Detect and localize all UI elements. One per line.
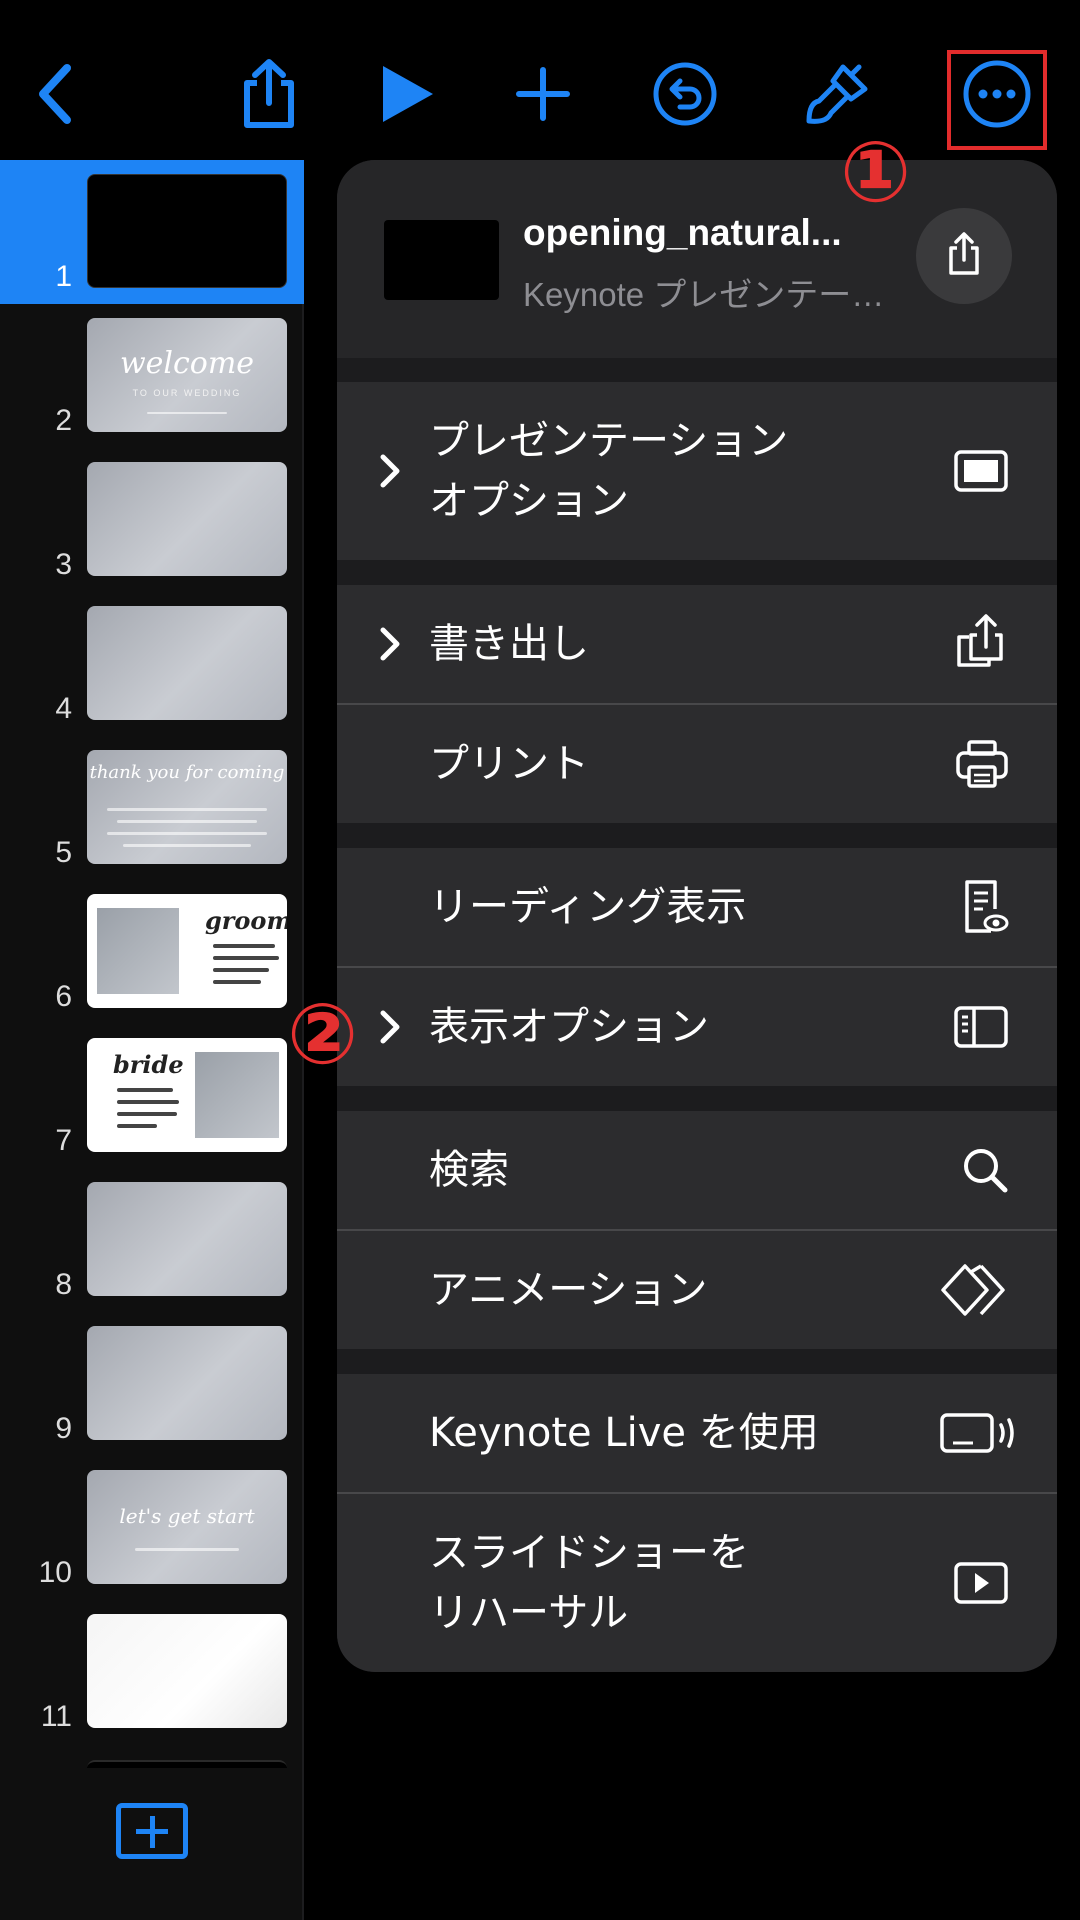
menu-item-search[interactable]: 検索 <box>337 1111 1057 1229</box>
add-button[interactable] <box>488 44 598 144</box>
slide-thumbnail-6[interactable]: groom 6 <box>0 880 304 1024</box>
slide-script-text: bride <box>113 1050 184 1079</box>
slide-thumbnail-1[interactable]: 1 <box>0 160 304 304</box>
slide-script-text: let's get start <box>119 1504 255 1528</box>
document-header: opening_natural... Keynote プレゼンテー… <box>337 160 1057 358</box>
menu-item-keynote-live[interactable]: Keynote Live を使用 <box>337 1374 1057 1492</box>
slide-preview <box>87 1182 287 1296</box>
slide-number: 1 <box>55 260 72 293</box>
share-button[interactable] <box>214 44 324 144</box>
slide-number: 7 <box>55 1124 72 1157</box>
search-icon <box>961 1146 1009 1194</box>
slide-number: 10 <box>38 1556 72 1589</box>
slide-number: 3 <box>55 548 72 581</box>
reading-view-icon <box>961 879 1009 935</box>
document-share-button[interactable] <box>916 208 1012 304</box>
slide-thumbnail-2[interactable]: welcome TO OUR WEDDING 2 <box>0 304 304 448</box>
slide-preview <box>87 462 287 576</box>
undo-button[interactable] <box>630 44 740 144</box>
menu-item-label: スライドショーを リハーサル <box>429 1530 749 1636</box>
slide-preview: welcome TO OUR WEDDING <box>87 318 287 432</box>
presentation-screen-icon <box>953 449 1009 493</box>
slide-thumbnail-8[interactable]: 8 <box>0 1168 304 1312</box>
document-thumbnail <box>384 220 499 300</box>
slide-preview <box>87 606 287 720</box>
slide-number: 6 <box>55 980 72 1013</box>
back-chevron-icon <box>33 62 77 126</box>
annotation-step-1: ① <box>840 123 912 221</box>
slide-caption: TO OUR WEDDING <box>132 388 242 398</box>
chevron-right-icon <box>379 626 401 666</box>
back-button[interactable] <box>0 44 110 144</box>
slide-thumbnail-partial[interactable] <box>87 1760 287 1768</box>
slide-preview <box>87 1326 287 1440</box>
menu-item-animation[interactable]: アニメーション <box>337 1231 1057 1349</box>
slide-thumbnail-3[interactable]: 3 <box>0 448 304 592</box>
slide-thumbnail-11[interactable]: 11 <box>0 1600 304 1744</box>
slide-number: 9 <box>55 1412 72 1445</box>
chevron-right-icon <box>379 1009 401 1049</box>
slide-number: 5 <box>55 836 72 869</box>
slide-number: 2 <box>55 404 72 437</box>
menu-item-label: リーディング表示 <box>429 884 747 930</box>
menu-item-print[interactable]: プリント <box>337 705 1057 823</box>
slide-script-text: thank you for coming <box>89 762 285 783</box>
keynote-live-icon <box>939 1411 1019 1455</box>
paintbrush-icon <box>803 59 873 129</box>
add-slide-button[interactable] <box>116 1803 188 1859</box>
slide-script-text: groom <box>205 906 287 935</box>
chevron-right-icon <box>379 453 401 493</box>
menu-item-rehearse-slideshow[interactable]: スライドショーを リハーサル <box>337 1494 1057 1672</box>
document-title: opening_natural... <box>523 212 842 253</box>
play-icon <box>379 64 435 124</box>
slide-preview: let's get start <box>87 1470 287 1584</box>
document-subtitle: Keynote プレゼンテー… <box>523 276 885 313</box>
slide-preview <box>87 174 287 288</box>
slide-thumbnail-10[interactable]: let's get start 10 <box>0 1456 304 1600</box>
animation-icon <box>939 1262 1009 1318</box>
slide-preview: bride <box>87 1038 287 1152</box>
slide-preview: groom <box>87 894 287 1008</box>
menu-item-label: プリント <box>429 741 589 787</box>
slide-preview <box>87 1614 287 1728</box>
play-button[interactable] <box>352 44 462 144</box>
slide-thumbnail-5[interactable]: thank you for coming 5 <box>0 736 304 880</box>
menu-item-label: プレゼンテーション オプション <box>429 418 789 524</box>
rehearse-play-icon <box>953 1561 1009 1605</box>
more-button-highlight <box>947 50 1047 150</box>
menu-item-export[interactable]: 書き出し <box>337 585 1057 703</box>
menu-item-label: Keynote Live を使用 <box>429 1410 819 1456</box>
annotation-step-2: ② <box>287 985 359 1083</box>
menu-item-reading-view[interactable]: リーディング表示 <box>337 848 1057 966</box>
menu-item-label: 書き出し <box>429 621 589 667</box>
slide-number: 8 <box>55 1268 72 1301</box>
plus-icon <box>515 66 571 122</box>
slide-thumbnail-4[interactable]: 4 <box>0 592 304 736</box>
menu-item-presentation-options[interactable]: プレゼンテーション オプション <box>337 382 1057 560</box>
more-menu-popover: opening_natural... Keynote プレゼンテー… プレゼンテ… <box>337 160 1057 1672</box>
slide-thumbnail-9[interactable]: 9 <box>0 1312 304 1456</box>
sidebar-view-icon <box>953 1005 1009 1049</box>
menu-item-label: アニメーション <box>429 1267 708 1313</box>
toolbar <box>0 0 1080 160</box>
menu-item-view-options[interactable]: 表示オプション <box>337 968 1057 1086</box>
menu-item-label: 表示オプション <box>429 1004 709 1050</box>
slide-number: 4 <box>55 692 72 725</box>
slide-thumbnail-7[interactable]: bride 7 <box>0 1024 304 1168</box>
share-icon <box>946 232 982 280</box>
export-icon <box>953 613 1009 675</box>
slide-script-text: welcome <box>119 346 255 381</box>
share-icon <box>239 59 299 129</box>
slide-number: 11 <box>40 1700 72 1733</box>
menu-item-label: 検索 <box>429 1147 509 1193</box>
undo-icon <box>652 61 718 127</box>
slide-preview: thank you for coming <box>87 750 287 864</box>
slide-navigator: 1 welcome TO OUR WEDDING 2 3 4 thank you… <box>0 160 304 1920</box>
printer-icon <box>955 739 1009 789</box>
